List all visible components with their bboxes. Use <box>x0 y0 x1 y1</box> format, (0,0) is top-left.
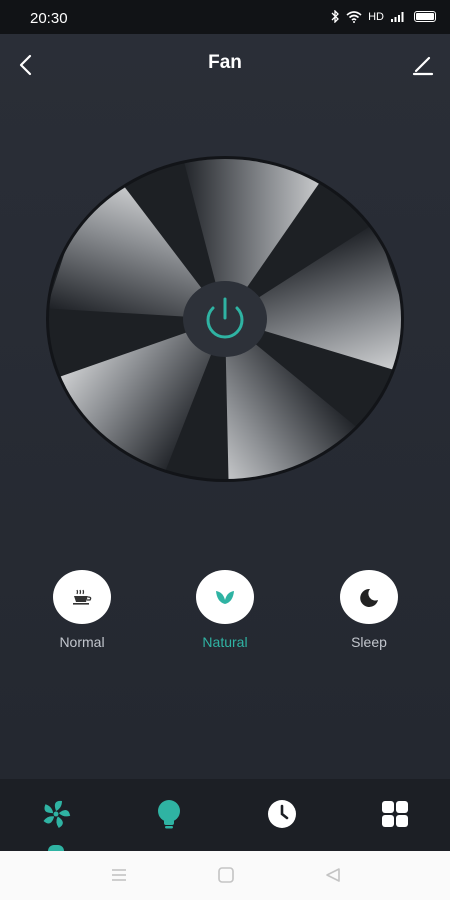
status-time: 20:30 <box>30 10 68 27</box>
mode-natural-circle <box>196 570 254 624</box>
wifi-icon <box>346 10 362 23</box>
bottom-tab-bar <box>0 779 450 851</box>
header: Fan <box>0 34 450 94</box>
power-button[interactable] <box>183 281 267 357</box>
fan-graphic <box>46 156 404 482</box>
battery-icon <box>414 11 436 22</box>
tab-timer[interactable] <box>262 797 302 837</box>
mode-natural[interactable]: Natural <box>170 570 280 650</box>
bluetooth-icon <box>331 10 340 23</box>
page-title: Fan <box>208 52 242 73</box>
fan-icon <box>43 800 71 829</box>
bulb-icon <box>158 800 180 829</box>
hd-indicator: HD <box>368 10 384 23</box>
pencil-icon <box>412 56 434 76</box>
leaf-icon <box>216 591 234 604</box>
status-bar: 20:30 HD <box>0 0 450 34</box>
signal-icon <box>391 11 404 22</box>
tab-fan[interactable] <box>36 797 76 837</box>
menu-icon[interactable] <box>110 867 128 883</box>
mode-normal-circle <box>53 570 111 624</box>
mode-normal[interactable]: Normal <box>27 570 137 650</box>
mode-natural-label: Natural <box>202 634 248 650</box>
coffee-cup-icon <box>73 589 92 605</box>
mode-normal-label: Normal <box>59 634 105 650</box>
grid-icon <box>382 801 408 827</box>
home-square-icon[interactable] <box>217 867 235 883</box>
status-icons: HD <box>330 10 436 23</box>
back-triangle-icon[interactable] <box>324 867 342 883</box>
tab-more[interactable] <box>375 797 415 837</box>
clock-icon <box>268 800 296 828</box>
mode-sleep[interactable]: Sleep <box>314 570 424 650</box>
fan-screen: Fan Normal Natural Sleep <box>0 34 450 779</box>
system-nav-bar <box>0 851 450 900</box>
mode-sleep-circle <box>340 570 398 624</box>
edit-button[interactable] <box>408 50 438 80</box>
mode-sleep-label: Sleep <box>351 634 387 650</box>
moon-icon <box>360 588 378 607</box>
tab-light[interactable] <box>149 797 189 837</box>
